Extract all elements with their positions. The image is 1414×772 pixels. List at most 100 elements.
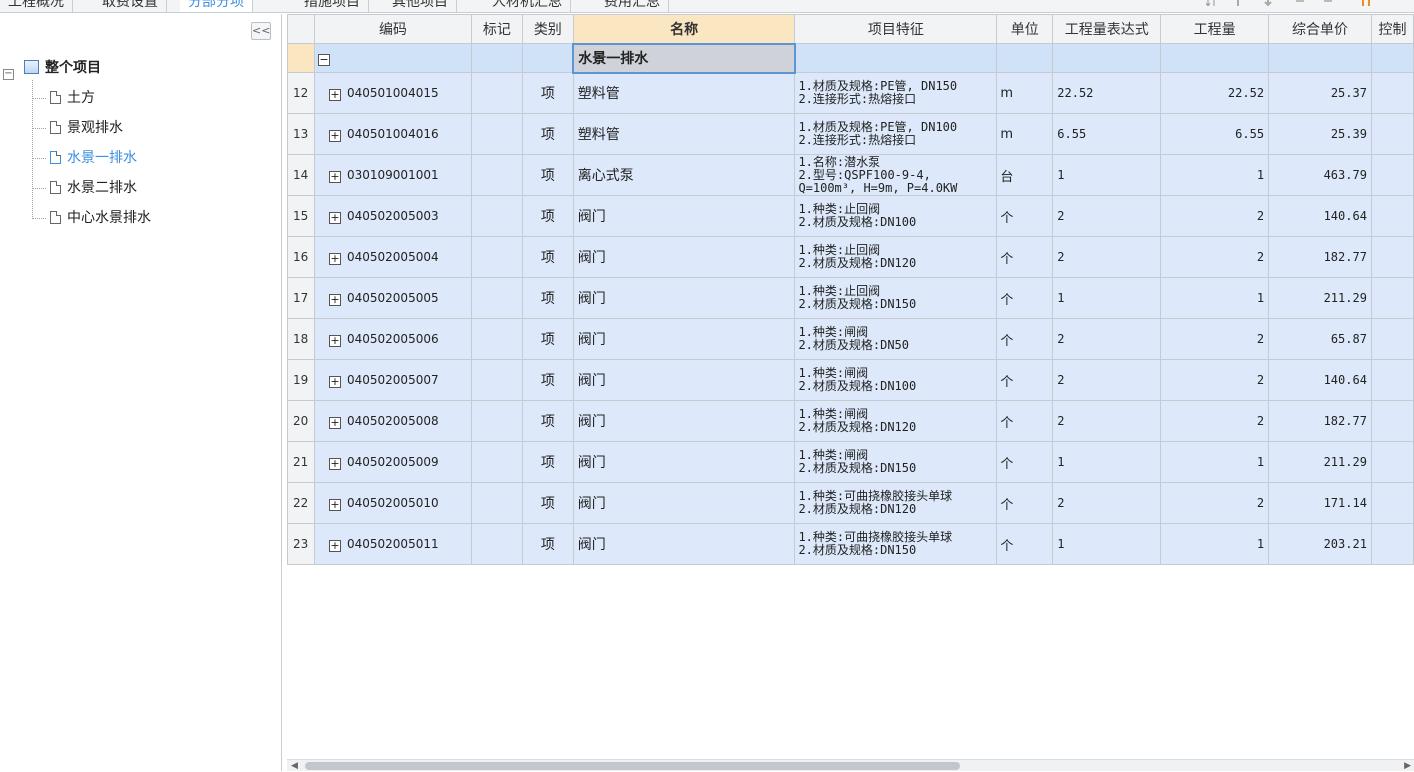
name-cell[interactable]: 离心式泵	[572, 154, 796, 196]
table-row[interactable]: 20 +040502005008 项阀门 1.种类:闸阀 2.材质及规格:DN120 个…	[287, 400, 1414, 442]
unit-cell[interactable]: 个	[996, 195, 1054, 237]
price-cell[interactable]: 25.39	[1268, 113, 1372, 155]
section-toggle-cell[interactable]: −	[313, 43, 472, 73]
mark-cell[interactable]	[470, 236, 523, 278]
sort-icon[interactable]	[1206, 0, 1218, 6]
scrollbar-thumb[interactable]	[305, 762, 960, 770]
table-row[interactable]: 22 +040502005010 项阀门 1.种类:可曲挠橡胶接头单球 2.材质及规格…	[287, 482, 1414, 524]
name-cell[interactable]: 阀门	[572, 482, 796, 524]
price-cell[interactable]: 203.21	[1268, 523, 1372, 565]
code-cell[interactable]: +040502005008	[313, 400, 472, 442]
tab-overview[interactable]: 工程概况	[0, 0, 73, 12]
mark-cell[interactable]	[470, 154, 523, 196]
mark-cell[interactable]	[470, 441, 523, 483]
unit-cell[interactable]: m	[996, 113, 1054, 155]
type-cell[interactable]: 项	[521, 236, 574, 278]
tree-item-earthwork[interactable]: 土方	[50, 87, 95, 109]
qty-cell[interactable]: 2	[1160, 482, 1270, 524]
type-cell[interactable]: 项	[521, 318, 574, 360]
feature-cell[interactable]: 1.种类:闸阀 2.材质及规格:DN50	[794, 318, 998, 360]
expand-icon[interactable]: +	[328, 88, 341, 101]
mark-cell[interactable]	[470, 482, 523, 524]
header-name[interactable]: 名称	[572, 14, 796, 44]
section-name-cell[interactable]: 水景一排水	[572, 42, 796, 74]
code-cell[interactable]: +040502005006	[313, 318, 472, 360]
unit-cell[interactable]: 个	[996, 277, 1054, 319]
unit-cell[interactable]: 个	[996, 236, 1054, 278]
qty-cell[interactable]: 6.55	[1160, 113, 1270, 155]
code-cell[interactable]: +040501004015	[313, 72, 472, 114]
price-cell[interactable]: 463.79	[1268, 154, 1372, 196]
name-cell[interactable]: 阀门	[572, 277, 796, 319]
control-cell[interactable]	[1370, 400, 1414, 442]
mark-cell[interactable]	[470, 318, 523, 360]
price-cell[interactable]: 171.14	[1268, 482, 1372, 524]
control-cell[interactable]	[1370, 441, 1414, 483]
feature-cell[interactable]: 1.种类:可曲挠橡胶接头单球 2.材质及规格:DN120	[794, 482, 998, 524]
mark-cell[interactable]	[470, 523, 523, 565]
code-cell[interactable]: +040502005009	[313, 441, 472, 483]
price-cell[interactable]: 211.29	[1268, 277, 1372, 319]
table-row[interactable]: 14 +030109001001 项离心式泵 1.名称:潜水泵 2.型号:QSPF10…	[287, 154, 1414, 196]
control-cell[interactable]	[1370, 482, 1414, 524]
control-cell[interactable]	[1370, 72, 1414, 114]
tab-material-summary[interactable]: 人材机汇总	[484, 0, 571, 12]
mark-cell[interactable]	[470, 195, 523, 237]
expr-cell[interactable]: 2	[1052, 318, 1162, 360]
expr-cell[interactable]: 2	[1052, 482, 1162, 524]
code-cell[interactable]: +030109001001	[313, 154, 472, 196]
expand-icon[interactable]: +	[328, 211, 341, 224]
code-cell[interactable]: +040502005007	[313, 359, 472, 401]
expr-cell[interactable]: 1	[1052, 277, 1162, 319]
control-cell[interactable]	[1370, 113, 1414, 155]
header-unit[interactable]: 单位	[996, 14, 1054, 44]
expr-cell[interactable]: 2	[1052, 359, 1162, 401]
type-cell[interactable]: 项	[521, 72, 574, 114]
header-code[interactable]: 编码	[313, 14, 472, 44]
tab-fee-summary[interactable]: 费用汇总	[596, 0, 669, 12]
expr-cell[interactable]: 22.52	[1052, 72, 1162, 114]
unit-cell[interactable]: m	[996, 72, 1054, 114]
type-cell[interactable]: 项	[521, 523, 574, 565]
code-cell[interactable]: +040502005010	[313, 482, 472, 524]
expr-cell[interactable]: 1	[1052, 441, 1162, 483]
code-cell[interactable]: +040502005003	[313, 195, 472, 237]
horizontal-scrollbar[interactable]: ◀ ▶	[287, 759, 1414, 771]
header-qty[interactable]: 工程量	[1160, 14, 1270, 44]
control-cell[interactable]	[1370, 359, 1414, 401]
scroll-left-icon[interactable]: ◀	[291, 760, 298, 772]
feature-cell[interactable]: 1.种类:闸阀 2.材质及规格:DN150	[794, 441, 998, 483]
collapse-icon[interactable]: −	[317, 53, 330, 66]
move-up-icon[interactable]	[1232, 0, 1244, 6]
name-cell[interactable]: 阀门	[572, 195, 796, 237]
name-cell[interactable]: 阀门	[572, 318, 796, 360]
table-row[interactable]: 15 +040502005003 项阀门 1.种类:止回阀 2.材质及规格:DN100…	[287, 195, 1414, 237]
name-cell[interactable]: 阀门	[572, 441, 796, 483]
code-cell[interactable]: +040501004016	[313, 113, 472, 155]
qty-cell[interactable]: 2	[1160, 400, 1270, 442]
move-right-icon[interactable]	[1322, 0, 1334, 6]
name-cell[interactable]: 阀门	[572, 359, 796, 401]
name-cell[interactable]: 阀门	[572, 523, 796, 565]
control-cell[interactable]	[1370, 318, 1414, 360]
name-cell[interactable]: 阀门	[572, 236, 796, 278]
header-feature[interactable]: 项目特征	[794, 14, 998, 44]
tree-item-central-water-feature[interactable]: 中心水景排水	[50, 207, 151, 229]
expand-icon[interactable]: +	[328, 539, 341, 552]
expand-icon[interactable]: +	[328, 293, 341, 306]
unit-cell[interactable]: 个	[996, 359, 1054, 401]
tree-item-water-feature-1[interactable]: 水景一排水	[50, 147, 137, 169]
price-cell[interactable]: 182.77	[1268, 400, 1372, 442]
scroll-right-icon[interactable]: ▶	[1404, 760, 1411, 772]
feature-cell[interactable]: 1.种类:闸阀 2.材质及规格:DN100	[794, 359, 998, 401]
feature-cell[interactable]: 1.名称:潜水泵 2.型号:QSPF100-9-4, Q=100m³, H=9m…	[794, 154, 998, 196]
expr-cell[interactable]: 2	[1052, 236, 1162, 278]
expand-icon[interactable]: +	[328, 457, 341, 470]
header-expr[interactable]: 工程量表达式	[1052, 14, 1162, 44]
expand-icon[interactable]: +	[328, 252, 341, 265]
unit-cell[interactable]: 个	[996, 523, 1054, 565]
qty-cell[interactable]: 2	[1160, 236, 1270, 278]
control-cell[interactable]	[1370, 195, 1414, 237]
name-cell[interactable]: 塑料管	[572, 72, 796, 114]
name-cell[interactable]: 阀门	[572, 400, 796, 442]
